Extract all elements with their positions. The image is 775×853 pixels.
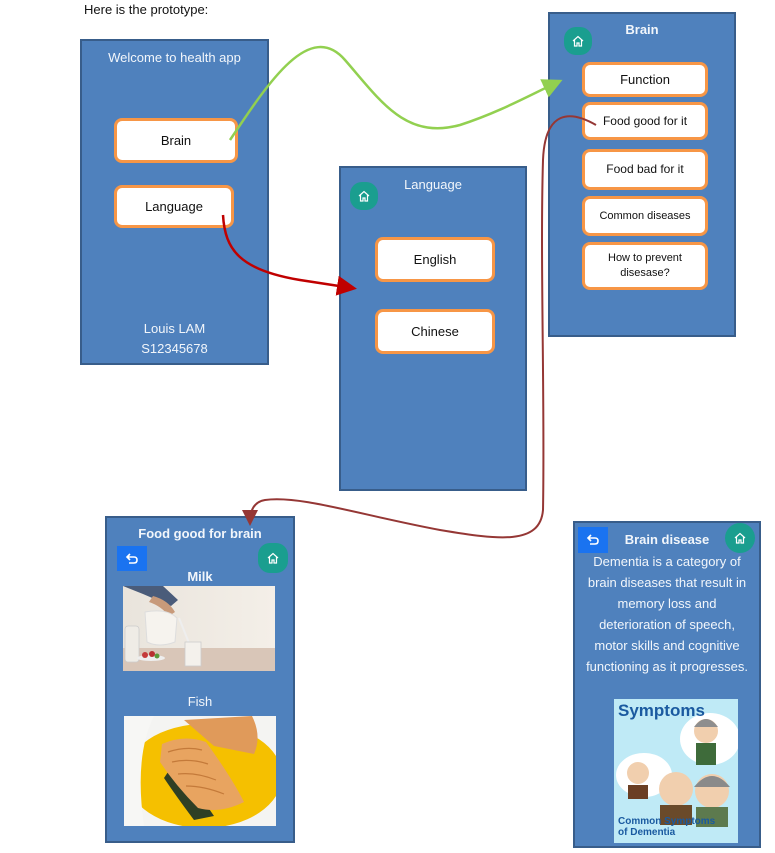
food-good-title: Food good for brain xyxy=(138,526,262,541)
home-icon xyxy=(734,532,746,544)
fish-label: Fish xyxy=(187,694,213,709)
brain-disease-screen: Brain disease Dementia is a category of … xyxy=(573,521,761,848)
symptoms-caption-1: Common Symptoms xyxy=(618,816,716,827)
home-button[interactable] xyxy=(725,523,755,553)
english-button[interactable]: English xyxy=(375,237,495,282)
language-title: Language xyxy=(404,177,462,192)
back-button[interactable] xyxy=(117,546,147,571)
brain-screen: Brain Function Food good for it Food bad… xyxy=(548,12,736,337)
language-screen: Language English Chinese xyxy=(339,166,527,491)
symptoms-caption-2: of Dementia xyxy=(618,827,676,838)
author-name: Louis LAM xyxy=(143,321,206,336)
food-good-screen: Food good for brain Milk Fish xyxy=(105,516,295,843)
brain-title: Brain xyxy=(625,22,659,37)
prevent-disease-button[interactable]: How to prevent disesase? xyxy=(582,242,708,290)
back-arrow-icon xyxy=(125,552,138,564)
dementia-description: Dementia is a category of brain diseases… xyxy=(586,554,748,674)
flow-arrow-brain xyxy=(228,45,563,141)
student-id: S12345678 xyxy=(141,341,208,356)
brain-button[interactable]: Brain xyxy=(114,118,238,163)
milk-label: Milk xyxy=(187,569,213,584)
milk-photo xyxy=(123,586,275,671)
common-diseases-button[interactable]: Common diseases xyxy=(582,196,708,236)
symptoms-heading: Symptoms xyxy=(618,701,705,720)
food-bad-button[interactable]: Food bad for it xyxy=(582,149,708,190)
welcome-screen: Welcome to health app Brain Language Lou… xyxy=(80,39,269,365)
welcome-title: Welcome to health app xyxy=(108,50,241,65)
chinese-button[interactable]: Chinese xyxy=(375,309,495,354)
home-icon xyxy=(267,552,279,564)
food-good-button[interactable]: Food good for it xyxy=(582,102,708,140)
prototype-caption: Here is the prototype: xyxy=(84,2,209,17)
function-button[interactable]: Function xyxy=(582,62,708,97)
fish-photo xyxy=(124,716,276,826)
language-button[interactable]: Language xyxy=(114,185,234,228)
dementia-symptoms-image: Symptoms Common Symptoms of Dementia xyxy=(614,699,738,843)
